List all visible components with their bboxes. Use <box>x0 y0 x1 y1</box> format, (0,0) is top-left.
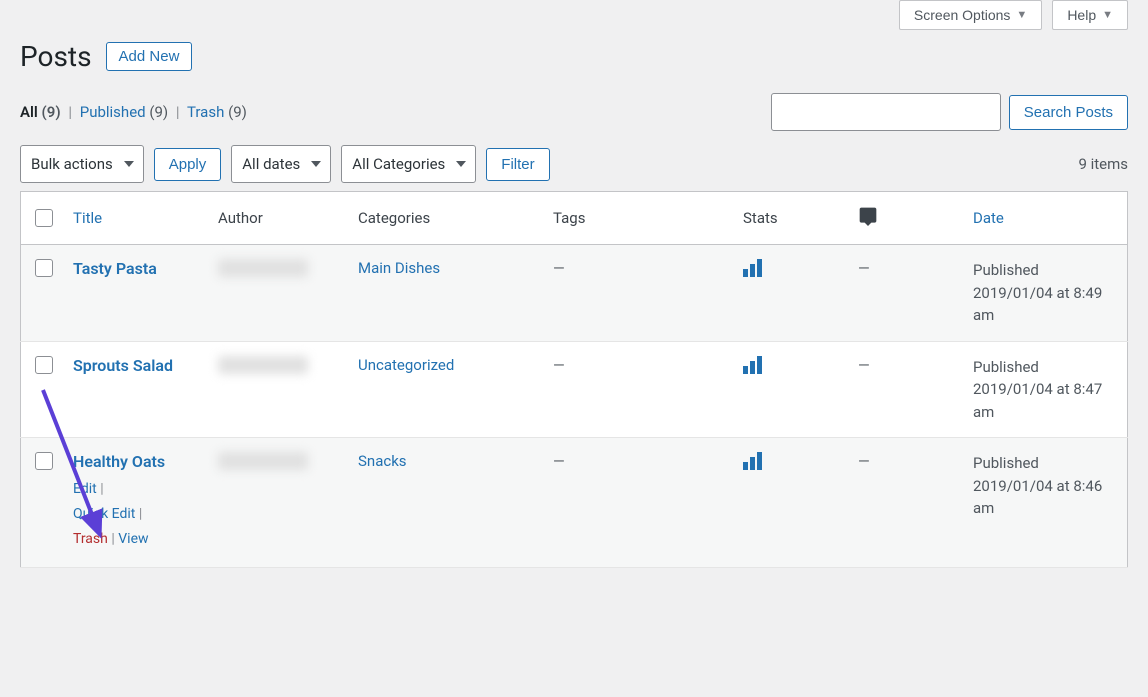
post-title-link[interactable]: Tasty Pasta <box>73 259 198 278</box>
subheader: All (9) | Published (9) | Trash (9) Sear… <box>0 93 1148 145</box>
author-cell <box>218 259 308 277</box>
col-categories: Categories <box>348 192 543 245</box>
row-actions: Edit | Quick Edit | Trash | View <box>73 477 198 553</box>
bulk-actions-select[interactable]: Bulk actions <box>20 145 144 183</box>
header: Posts Add New <box>0 40 1148 93</box>
view-link[interactable]: View <box>118 531 148 547</box>
comments-cell: — <box>848 245 963 342</box>
dates-select[interactable]: All dates <box>231 145 331 183</box>
screen-options-label: Screen Options <box>914 7 1011 23</box>
trash-link[interactable]: Trash <box>73 531 108 547</box>
posts-table: Title Author Categories Tags Stats Date … <box>20 191 1128 568</box>
tags-cell: — <box>543 341 733 438</box>
filter-trash[interactable]: Trash (9) <box>187 103 247 121</box>
col-stats: Stats <box>733 192 848 245</box>
search-input[interactable] <box>771 93 1001 131</box>
quick-edit-link[interactable]: Quick Edit <box>73 506 135 522</box>
chevron-down-icon: ▼ <box>1016 9 1027 21</box>
top-bar: Screen Options ▼ Help ▼ <box>0 0 1148 40</box>
filter-published[interactable]: Published (9) <box>80 103 172 121</box>
stats-icon[interactable] <box>743 452 762 470</box>
row-checkbox[interactable] <box>35 259 53 277</box>
stats-icon[interactable] <box>743 356 762 374</box>
chevron-down-icon: ▼ <box>1102 9 1113 21</box>
filter-button[interactable]: Filter <box>486 148 549 181</box>
page-title: Posts <box>20 40 92 73</box>
tags-cell: — <box>543 438 733 568</box>
select-all-checkbox[interactable] <box>35 209 53 227</box>
row-checkbox[interactable] <box>35 356 53 374</box>
row-checkbox[interactable] <box>35 452 53 470</box>
post-title-link[interactable]: Healthy Oats <box>73 452 198 471</box>
col-date[interactable]: Date <box>963 192 1128 245</box>
date-cell: Published 2019/01/04 at 8:46 am <box>963 438 1128 568</box>
add-new-button[interactable]: Add New <box>106 42 193 71</box>
col-title[interactable]: Title <box>63 192 208 245</box>
search-button[interactable]: Search Posts <box>1009 95 1128 130</box>
table-row: Healthy Oats Edit | Quick Edit | Trash |… <box>21 438 1128 568</box>
help-button[interactable]: Help ▼ <box>1052 0 1128 30</box>
screen-options-button[interactable]: Screen Options ▼ <box>899 0 1042 30</box>
date-cell: Published 2019/01/04 at 8:47 am <box>963 341 1128 438</box>
col-author: Author <box>208 192 348 245</box>
categories-select[interactable]: All Categories <box>341 145 476 183</box>
comments-cell: — <box>848 341 963 438</box>
date-cell: Published 2019/01/04 at 8:49 am <box>963 245 1128 342</box>
table-row: Tasty Pasta Main Dishes — — Published 20… <box>21 245 1128 342</box>
category-link[interactable]: Main Dishes <box>358 259 440 277</box>
stats-icon[interactable] <box>743 259 762 277</box>
search-box: Search Posts <box>771 93 1128 131</box>
filter-row: Bulk actions Apply All dates All Categor… <box>0 145 1148 191</box>
category-link[interactable]: Snacks <box>358 452 407 470</box>
comments-cell: — <box>848 438 963 568</box>
filter-all[interactable]: All (9) <box>20 103 64 121</box>
col-tags: Tags <box>543 192 733 245</box>
category-link[interactable]: Uncategorized <box>358 356 454 374</box>
items-count: 9 items <box>1078 155 1128 173</box>
edit-link[interactable]: Edit <box>73 481 97 497</box>
status-filters: All (9) | Published (9) | Trash (9) <box>20 103 247 121</box>
post-title-link[interactable]: Sprouts Salad <box>73 356 198 375</box>
author-cell <box>218 356 308 374</box>
table-row: Sprouts Salad Uncategorized — — Publishe… <box>21 341 1128 438</box>
apply-button[interactable]: Apply <box>154 148 222 181</box>
select-all-header <box>21 192 64 245</box>
author-cell <box>218 452 308 470</box>
tags-cell: — <box>543 245 733 342</box>
comment-icon <box>858 212 878 230</box>
help-label: Help <box>1067 7 1096 23</box>
col-comments <box>848 192 963 245</box>
